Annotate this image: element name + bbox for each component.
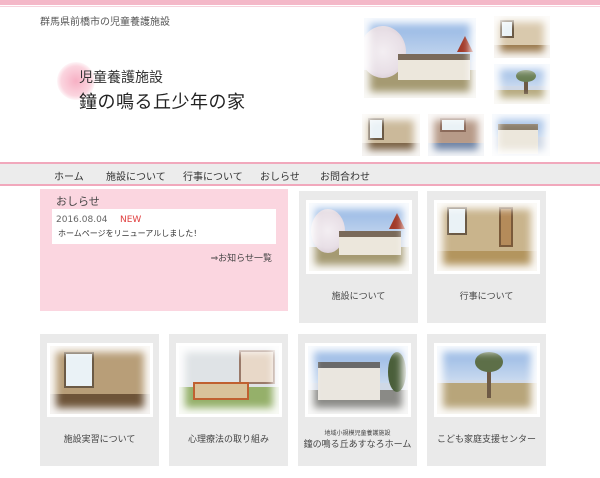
card-photo-house [308, 346, 408, 414]
header-photo-room [494, 16, 550, 58]
main-nav: ホーム 施設について 行事について おしらせ お問合わせ [0, 162, 600, 186]
header-photo-dining [428, 114, 484, 156]
card-label: 施設について [331, 292, 386, 302]
logo-subtitle: 児童養護施設 [79, 70, 163, 86]
card-psychotherapy[interactable]: 心理療法の取り組み [169, 334, 288, 466]
card-sublabel: 地域小規模児童養護施設 [324, 430, 391, 437]
card-family-support-center[interactable]: こども家庭支援センター [427, 334, 546, 466]
site-logo[interactable]: 児童養護施設 鐘の鳴る丘少年の家 [57, 60, 280, 120]
news-list-link[interactable]: ⇒お知らせ一覧 [211, 251, 272, 264]
card-label: こども家庭支援センター [436, 435, 536, 445]
card-photo-therapy-room [179, 346, 279, 414]
card-about-facility[interactable]: 施設について [299, 191, 418, 323]
nav-item-news[interactable]: おしらせ [260, 168, 300, 183]
card-photo-yard [437, 346, 537, 414]
card-label: 心理療法の取り組み [187, 435, 269, 445]
card-label: 行事について [459, 292, 514, 302]
nav-item-contact[interactable]: お問合わせ [320, 168, 370, 183]
card-photo-building [309, 203, 409, 271]
card-asunaro-home[interactable]: 地域小規模児童養護施設 鐘の鳴る丘あすなろホーム [298, 334, 417, 466]
card-events[interactable]: 行事について [427, 191, 546, 323]
card-photo-living-room [50, 346, 150, 414]
card-practical-training[interactable]: 施設実習について [40, 334, 159, 466]
news-item[interactable]: 2016.08.04 NEW ホームページをリニューアルしました！ [52, 209, 276, 244]
nav-item-home[interactable]: ホーム [54, 168, 84, 183]
new-badge: NEW [120, 215, 142, 225]
news-heading: おしらせ [56, 195, 100, 208]
logo-title: 鐘の鳴る丘少年の家 [79, 92, 246, 113]
header-photo-field [494, 64, 550, 104]
header-photo-building [364, 18, 476, 98]
news-date: 2016.08.04 [56, 215, 108, 225]
nav-item-about-facility[interactable]: 施設について [106, 168, 166, 183]
header-photo-exterior [492, 114, 550, 156]
nav-item-events[interactable]: 行事について [183, 168, 243, 183]
site-caption: 群馬県前橋市の児童養護施設 [40, 17, 170, 28]
news-panel: おしらせ 2016.08.04 NEW ホームページをリニューアルしました！ ⇒… [40, 189, 288, 311]
news-text: ホームページをリニューアルしました！ [58, 229, 202, 238]
top-accent-line-thin [0, 6, 600, 7]
card-label: 施設実習について [63, 435, 136, 445]
card-photo-room [437, 203, 537, 271]
top-accent-line [0, 0, 600, 5]
header-photo-interior [362, 114, 420, 156]
card-label: 鐘の鳴る丘あすなろホーム [303, 440, 412, 450]
